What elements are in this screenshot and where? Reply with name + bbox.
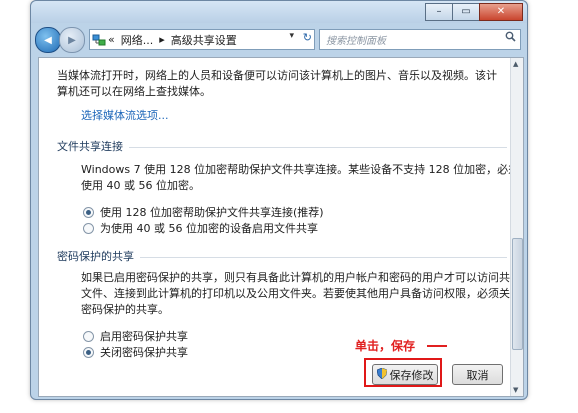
- breadcrumb-advanced-sharing[interactable]: 高级共享设置: [171, 32, 237, 48]
- radio-128-bit[interactable]: [83, 206, 94, 218]
- address-dropdown-icon[interactable]: ▾: [289, 31, 294, 41]
- shield-icon: [376, 367, 387, 382]
- navigation-bar: ◀ ▶ « 网络... ▸ 高级共享设置 ▾ ↻ 搜索控制面板: [35, 27, 523, 53]
- minimize-button[interactable]: –: [425, 3, 453, 21]
- enable-password-label: 启用密码保护共享: [100, 330, 188, 343]
- password-sharing-desc-2: 文件、连接到此计算机的打印机以及公用文件夹。若要使其他用户具备访问权限，必须关闭: [81, 287, 521, 300]
- search-box[interactable]: 搜索控制面板: [319, 29, 521, 50]
- content-panel: 当媒体流打开时，网络上的人员和设备便可以访问该计算机上的图片、音乐以及视频。该计…: [38, 57, 524, 397]
- refresh-icon[interactable]: ↻: [303, 31, 312, 44]
- address-prefix[interactable]: «: [108, 33, 115, 46]
- file-sharing-title: 文件共享连接: [57, 138, 129, 154]
- radio-40-56-bit[interactable]: [83, 222, 94, 234]
- address-bar[interactable]: « 网络... ▸ 高级共享设置 ▾ ↻: [89, 29, 315, 50]
- breadcrumb-separator[interactable]: ▸: [159, 33, 165, 46]
- forward-icon: ▶: [68, 35, 76, 46]
- password-sharing-option-on[interactable]: 启用密码保护共享: [83, 328, 188, 344]
- annotation-arrow: [427, 345, 447, 347]
- radio-disable-password[interactable]: [83, 346, 94, 358]
- network-icon: [90, 31, 108, 49]
- explorer-window: – ▭ ✕ ◀ ▶ « 网络... ▸ 高级共享设置 ▾ ↻ 搜索控制面板 当媒…: [30, 0, 528, 400]
- option-128-label: 使用 128 位加密帮助保护文件共享连接(推荐): [100, 206, 324, 219]
- save-changes-label: 保存修改: [389, 368, 434, 382]
- file-sharing-option-128[interactable]: 使用 128 位加密帮助保护文件共享连接(推荐): [83, 204, 324, 220]
- scroll-up-icon[interactable]: ▲: [513, 60, 518, 68]
- cancel-label: 取消: [466, 368, 489, 382]
- media-streaming-text-1: 当媒体流打开时，网络上的人员和设备便可以访问该计算机上的图片、音乐以及视频。该计: [57, 69, 497, 82]
- caption-buttons: – ▭ ✕: [425, 3, 523, 21]
- breadcrumb-network[interactable]: 网络...: [121, 32, 154, 48]
- annotation-text: 单击，保存: [355, 339, 416, 353]
- close-button[interactable]: ✕: [479, 3, 523, 21]
- password-sharing-section-header: 密码保护的共享: [57, 248, 507, 264]
- cancel-button[interactable]: 取消: [452, 364, 503, 385]
- title-bar[interactable]: – ▭ ✕: [31, 1, 527, 23]
- password-sharing-title: 密码保护的共享: [57, 248, 140, 264]
- file-sharing-section-header: 文件共享连接: [57, 138, 507, 154]
- forward-button[interactable]: ▶: [59, 27, 85, 53]
- maximize-button[interactable]: ▭: [452, 3, 480, 21]
- disable-password-label: 关闭密码保护共享: [100, 346, 188, 359]
- back-icon: ◀: [44, 35, 52, 46]
- password-sharing-desc-3: 密码保护的共享。: [81, 303, 169, 316]
- vertical-scrollbar[interactable]: ▲ ▼: [510, 58, 523, 396]
- search-placeholder: 搜索控制面板: [326, 36, 386, 47]
- media-streaming-text-2: 算机还可以在网络上查找媒体。: [57, 85, 211, 98]
- search-icon[interactable]: [505, 31, 516, 45]
- scroll-down-icon[interactable]: ▼: [513, 386, 518, 394]
- password-sharing-option-off[interactable]: 关闭密码保护共享: [83, 344, 188, 360]
- back-button[interactable]: ◀: [35, 27, 61, 53]
- scroll-thumb[interactable]: [512, 238, 523, 350]
- file-sharing-desc-1: Windows 7 使用 128 位加密帮助保护文件共享连接。某些设备不支持 1…: [81, 163, 520, 176]
- save-changes-button[interactable]: 保存修改: [372, 364, 438, 385]
- file-sharing-desc-2: 使用 40 或 56 位加密。: [81, 179, 200, 192]
- radio-enable-password[interactable]: [83, 330, 94, 342]
- file-sharing-option-40-56[interactable]: 为使用 40 或 56 位加密的设备启用文件共享: [83, 220, 318, 236]
- password-sharing-desc-1: 如果已启用密码保护的共享，则只有具备此计算机的用户帐户和密码的用户才可以访问共享: [81, 271, 521, 284]
- option-40-56-label: 为使用 40 或 56 位加密的设备启用文件共享: [100, 222, 318, 235]
- media-streaming-options-link[interactable]: 选择媒体流选项...: [81, 108, 169, 124]
